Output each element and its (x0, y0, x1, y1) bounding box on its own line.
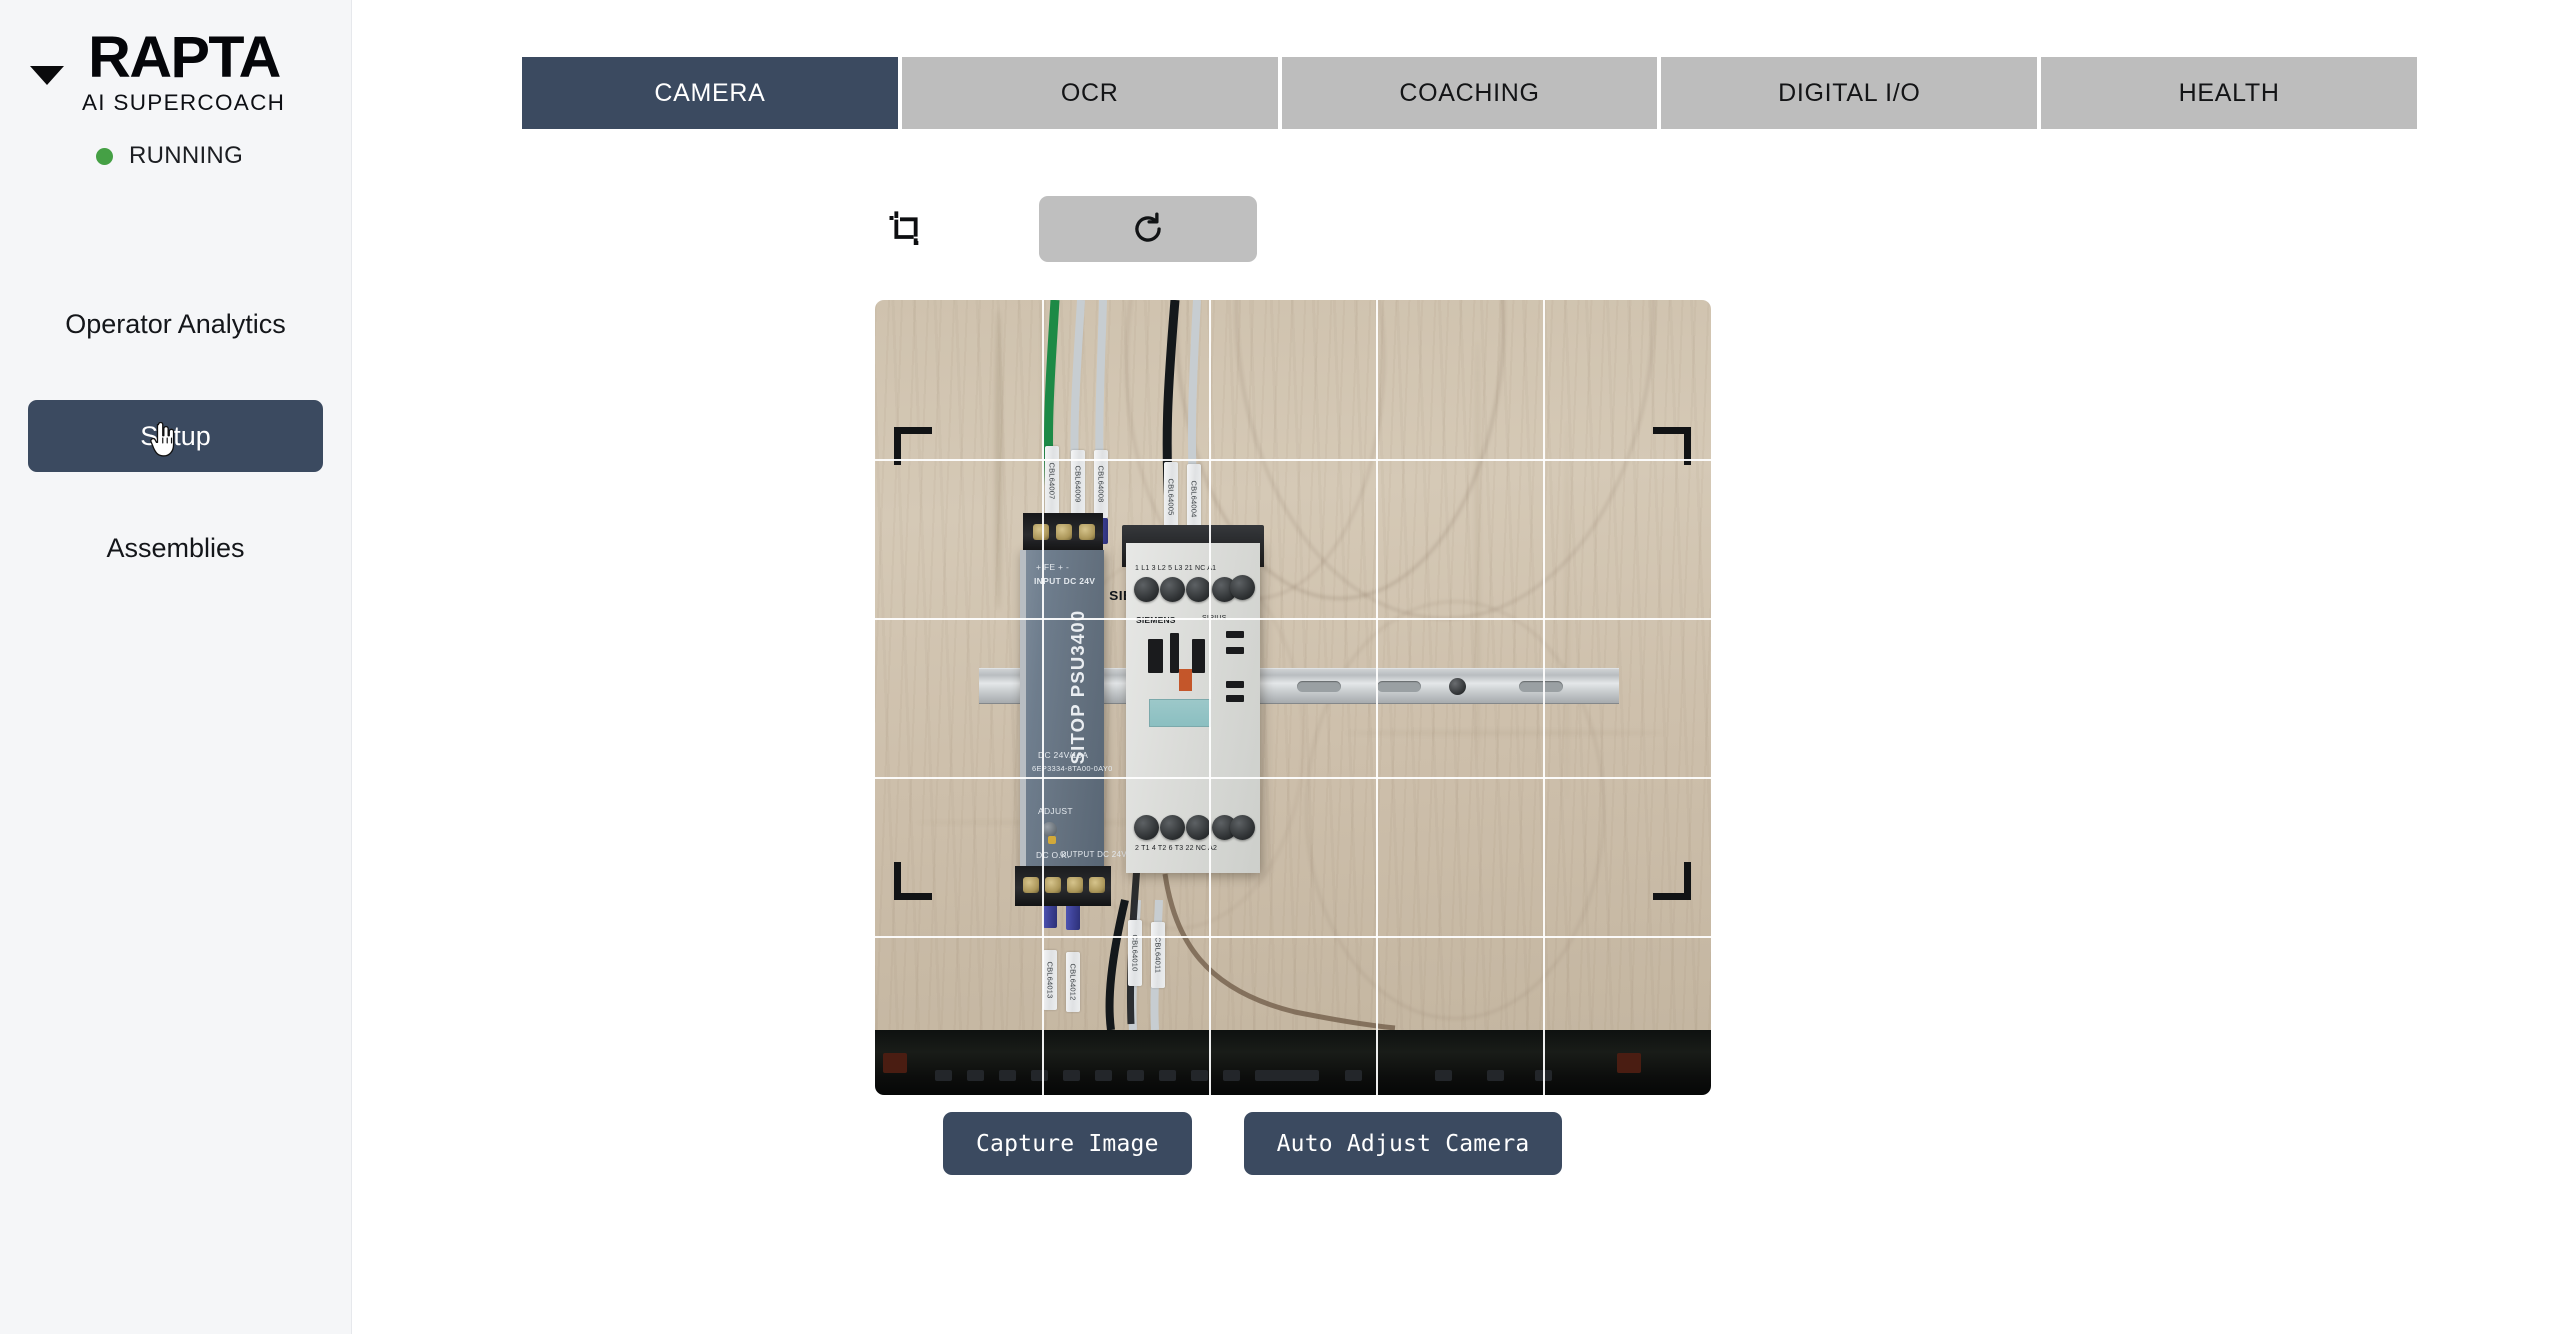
capture-image-button[interactable]: Capture Image (943, 1112, 1192, 1175)
wire-harness (1043, 300, 1396, 1031)
sidebar-item-label: Operator Analytics (65, 308, 286, 339)
main-content: CAMERA OCR COACHING DIGITAL I/O HEALTH C… (352, 0, 2560, 1334)
cable-label: CBL64009 (1071, 450, 1085, 518)
keyboard-strip (875, 1030, 1711, 1095)
cable-label: CBL64010 (1128, 920, 1142, 986)
tab-camera[interactable]: CAMERA (522, 57, 898, 129)
logo-wordmark: RAPTA (87, 25, 281, 90)
logo: RAPTA AI SUPERCOACH (82, 28, 285, 116)
corner-marker-bottom-right (1653, 862, 1691, 900)
cable-label: CBL64005 (1164, 462, 1178, 532)
tab-bar: CAMERA OCR COACHING DIGITAL I/O HEALTH (522, 57, 2417, 129)
tab-label: COACHING (1399, 78, 1540, 107)
cable-label: CBL64011 (1151, 922, 1165, 988)
cable-label: CBL64004 (1187, 464, 1201, 534)
crop-icon (889, 211, 919, 245)
tab-health[interactable]: HEALTH (2041, 57, 2417, 129)
status-dot-icon (95, 147, 113, 165)
auto-adjust-camera-button[interactable]: Auto Adjust Camera (1243, 1112, 1563, 1175)
capture-image-label: Capture Image (976, 1130, 1159, 1157)
auto-adjust-camera-label: Auto Adjust Camera (1276, 1130, 1530, 1157)
tab-label: OCR (1060, 78, 1119, 107)
siemens-psu-module: + FE + - INPUT DC 24V SITOP PSU3400 DC 2… (1020, 550, 1144, 870)
cable-label: CBL64007 (1045, 446, 1059, 516)
psu-input-terminal (1023, 513, 1103, 553)
cable-label: CBL64013 (1043, 950, 1057, 1010)
logo-tagline: AI SUPERCOACH (82, 90, 286, 116)
psu-output-terminal (1015, 866, 1111, 906)
sidebar-item-operator-analytics[interactable]: Operator Analytics (28, 288, 323, 360)
tab-coaching[interactable]: COACHING (1281, 57, 1658, 129)
rotate-refresh-icon (1135, 212, 1161, 242)
crop-button[interactable] (875, 198, 937, 260)
sidebar-item-label: Setup (140, 420, 211, 451)
sidebar-item-label: Assemblies (106, 532, 245, 563)
camera-actions: Capture Image Auto Adjust Camera (943, 1112, 1563, 1175)
corner-marker-bottom-left (894, 862, 932, 900)
sidebar-nav: Operator Analytics Setup Assemblies (0, 288, 351, 584)
status-label: RUNNING (128, 142, 244, 170)
brand-header: RAPTA AI SUPERCOACH (0, 0, 351, 116)
sidebar-item-setup[interactable]: Setup (28, 400, 323, 473)
chevron-down-icon[interactable] (30, 65, 64, 85)
siemens-contactor: 1 L1 3 L2 5 L3 21 NC A1 SIEMENS SIRIUS 2… (1126, 543, 1260, 873)
app-root: RAPTA AI SUPERCOACH RUNNING Operator Ana… (0, 0, 2560, 1334)
camera-preview[interactable]: CBL64007 CBL64009 CBL64008 CBL64005 CBL6… (875, 300, 1711, 1095)
sidebar-item-assemblies[interactable]: Assemblies (28, 512, 323, 584)
cable-label: CBL64012 (1066, 952, 1080, 1012)
tab-label: HEALTH (2178, 78, 2280, 107)
corner-marker-top-left (894, 427, 932, 465)
camera-scene: CBL64007 CBL64009 CBL64008 CBL64005 CBL6… (875, 300, 1711, 1095)
rotate-button[interactable] (1039, 196, 1257, 262)
sidebar: RAPTA AI SUPERCOACH RUNNING Operator Ana… (0, 0, 352, 1334)
tab-label: DIGITAL I/O (1778, 78, 1921, 107)
tab-ocr[interactable]: OCR (901, 57, 1278, 129)
camera-toolbar (875, 196, 1257, 262)
tab-label: CAMERA (654, 78, 766, 107)
status-badge: RUNNING (0, 142, 351, 170)
cable-label: CBL64008 (1094, 450, 1108, 518)
corner-marker-top-right (1653, 427, 1691, 465)
tab-digital-io[interactable]: DIGITAL I/O (1661, 57, 2038, 129)
